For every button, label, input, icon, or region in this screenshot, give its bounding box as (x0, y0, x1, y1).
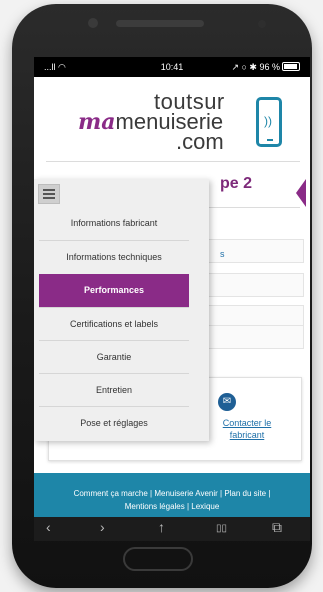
logo-line3: .com (176, 129, 224, 154)
signal-waves-icon: )) (264, 114, 272, 128)
background-link[interactable]: s (220, 249, 225, 259)
page-title: pe 2 (220, 175, 253, 192)
menu-item-performances[interactable]: Performances (39, 274, 189, 307)
hamburger-menu-button[interactable] (38, 184, 60, 204)
tabs-icon[interactable]: ⧉ (272, 519, 282, 536)
menu-item-informations-fabricant[interactable]: Informations fabricant (39, 207, 189, 240)
side-tab-marker[interactable] (296, 179, 306, 207)
menu-item-informations-techniques[interactable]: Informations techniques (39, 240, 189, 274)
footer-line2[interactable]: Mentions légales | Lexique (42, 500, 302, 513)
site-logo[interactable]: toutsur mamenuiserie .com )) (76, 89, 296, 154)
status-right: ↗ ○ ✱ 96 % (231, 62, 300, 73)
back-icon[interactable]: ‹ (46, 519, 51, 535)
proximity-sensor (258, 20, 266, 28)
footer-links[interactable]: Comment ça marche | Menuiserie Avenir | … (42, 487, 302, 513)
earpiece-speaker (116, 20, 204, 27)
menu-item-garantie[interactable]: Garantie (39, 340, 189, 374)
contact-manufacturer-link[interactable]: Contacter le fabricant (216, 417, 278, 441)
phone-screen: ...ll ◠ 10:41 ↗ ○ ✱ 96 % toutsur mamenui… (34, 57, 310, 541)
menu-item-pose-reglages[interactable]: Pose et réglages (39, 406, 189, 440)
side-menu: Informations fabricant Informations tech… (34, 179, 209, 441)
share-icon[interactable]: ↑ (158, 519, 165, 535)
bookmarks-icon[interactable]: ▯▯ (216, 523, 227, 534)
footer-line1[interactable]: Comment ça marche | Menuiserie Avenir | … (42, 487, 302, 500)
front-camera (88, 18, 98, 28)
browser-toolbar: ‹ › ↑ ▯▯ ⧉ (34, 517, 310, 541)
header-divider (46, 161, 300, 162)
status-icons: ↗ ○ ✱ 96 % (231, 62, 280, 72)
mail-icon[interactable]: ✉ (218, 393, 236, 411)
forward-icon[interactable]: › (100, 519, 105, 535)
status-bar: ...ll ◠ 10:41 ↗ ○ ✱ 96 % (34, 57, 310, 77)
battery-icon (282, 62, 300, 71)
smartphone-icon: )) (256, 97, 282, 147)
menu-item-entretien[interactable]: Entretien (39, 373, 189, 407)
home-button[interactable] (123, 547, 193, 571)
menu-item-certifications[interactable]: Certifications et labels (39, 307, 189, 341)
logo-ma: ma (78, 109, 116, 135)
